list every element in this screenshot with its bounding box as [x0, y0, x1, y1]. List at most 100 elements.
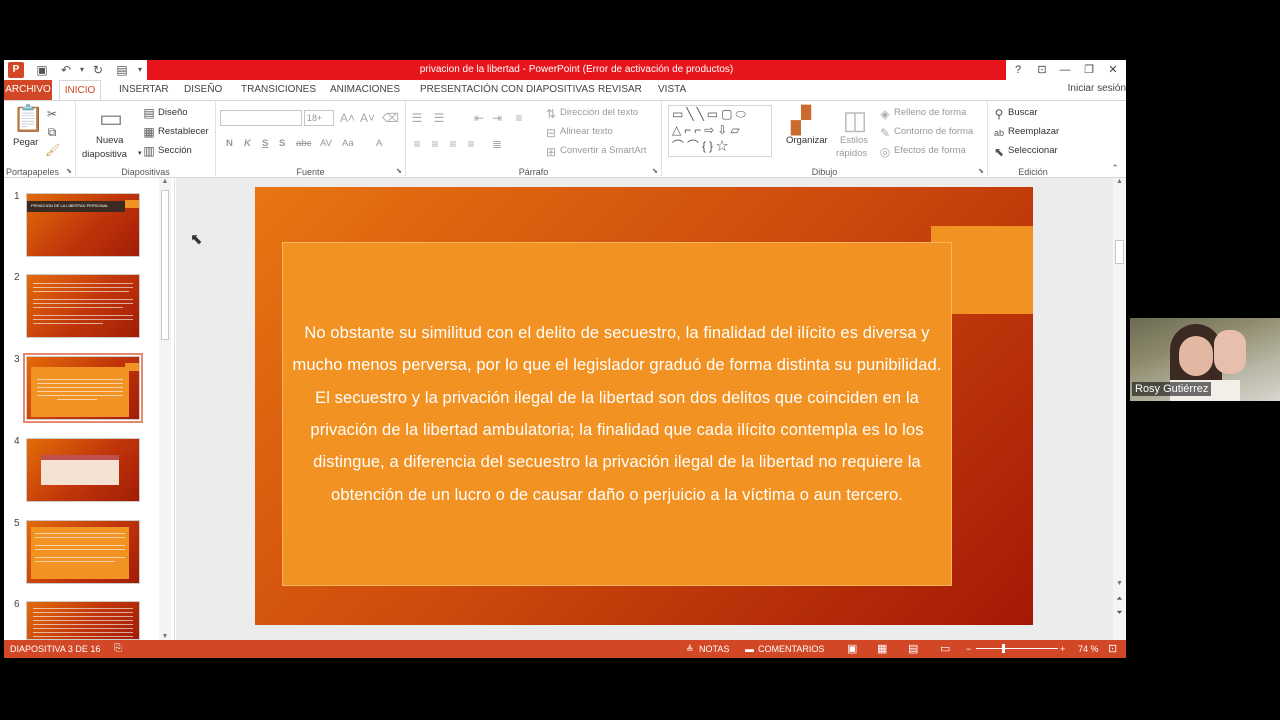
minimize-button[interactable]: —: [1054, 60, 1076, 80]
quick-styles-icon[interactable]: ◫: [842, 105, 868, 135]
spell-check-icon[interactable]: ⎘: [114, 640, 122, 658]
reading-view-icon[interactable]: ▤: [908, 640, 918, 658]
dialog-launcher-icon[interactable]: ⬊: [978, 167, 984, 175]
start-presentation-icon[interactable]: ▤: [114, 62, 130, 78]
quick-styles-label-1[interactable]: Estilos: [840, 135, 868, 146]
numbering-icon[interactable]: ☰: [432, 111, 446, 125]
ribbon-display-button[interactable]: ⊡: [1031, 60, 1053, 80]
tab-archivo[interactable]: ARCHIVO: [4, 80, 52, 100]
shape-effects-icon[interactable]: ◎: [878, 145, 892, 159]
scroll-thumb[interactable]: [161, 190, 169, 340]
text-direction-icon[interactable]: ⇅: [544, 107, 558, 121]
paste-icon[interactable]: 📋: [12, 103, 44, 133]
redo-icon[interactable]: ↻: [90, 62, 106, 78]
customize-qat-icon[interactable]: ▾: [132, 62, 148, 78]
shadow-button[interactable]: S: [279, 138, 285, 149]
align-left-icon[interactable]: ≡: [410, 137, 424, 151]
slide-text-box[interactable]: No obstante su similitud con el delito d…: [282, 242, 952, 586]
restore-button[interactable]: ❐: [1078, 60, 1100, 80]
close-button[interactable]: ✕: [1102, 60, 1124, 80]
zoom-in-icon[interactable]: +: [1060, 640, 1065, 658]
notes-button[interactable]: NOTAS: [699, 640, 729, 658]
undo-icon[interactable]: ↶: [58, 62, 74, 78]
reset-button[interactable]: Restablecer: [158, 126, 209, 137]
paste-button[interactable]: Pegar: [13, 137, 38, 148]
chevron-down-icon[interactable]: ▾: [138, 149, 142, 157]
italic-button[interactable]: K: [244, 138, 251, 149]
save-icon[interactable]: ▣: [34, 62, 50, 78]
thumbnail-scrollbar[interactable]: ▼ ▲: [159, 178, 171, 640]
quick-styles-label-2[interactable]: rápidos: [836, 148, 867, 159]
font-size-field[interactable]: 18+: [304, 110, 334, 126]
slide-thumbnail-3[interactable]: [23, 353, 143, 423]
scroll-down-icon[interactable]: ▼: [159, 633, 171, 640]
tab-presentacion[interactable]: PRESENTACIÓN CON DIAPOSITIVAS: [420, 80, 595, 100]
tab-transiciones[interactable]: TRANSICIONES: [241, 80, 316, 100]
shape-outline-button[interactable]: Contorno de forma: [894, 126, 973, 137]
shapes-gallery[interactable]: ▭╲╲▭▢⬭ △⌐⌐⇨⇩▱ ⌒⌒{}☆: [668, 105, 772, 157]
scroll-up-icon[interactable]: ▲: [159, 178, 171, 185]
copy-icon[interactable]: ⧉: [45, 125, 59, 139]
find-icon[interactable]: ⚲: [992, 107, 1006, 121]
slide-thumbnail-6[interactable]: [26, 601, 140, 640]
replace-icon[interactable]: ab: [992, 126, 1006, 140]
replace-button[interactable]: Reemplazar: [1008, 126, 1059, 137]
layout-icon[interactable]: ▤: [142, 106, 156, 120]
scroll-down-icon[interactable]: ▼: [1113, 580, 1126, 587]
scroll-up-icon[interactable]: ▲: [1113, 178, 1126, 185]
new-slide-label-2[interactable]: diapositiva: [82, 149, 127, 160]
slide-thumbnail-5[interactable]: [26, 520, 140, 584]
bullets-icon[interactable]: ☰: [410, 111, 424, 125]
align-text-icon[interactable]: ⊟: [544, 126, 558, 140]
layout-button[interactable]: Diseño: [158, 107, 188, 118]
slide-thumbnail-1[interactable]: PRIVACION DE LA LIBERTAD PERSONAL: [26, 193, 140, 257]
dialog-launcher-icon[interactable]: ⬊: [66, 167, 72, 175]
zoom-out-icon[interactable]: −: [966, 640, 971, 658]
font-color-button[interactable]: A: [376, 138, 382, 149]
reset-icon[interactable]: ▦: [142, 125, 156, 139]
section-button[interactable]: Sección: [158, 145, 192, 156]
clear-formatting-icon[interactable]: ⌫: [382, 111, 399, 125]
comments-icon[interactable]: ▬: [745, 640, 754, 658]
tab-animaciones[interactable]: ANIMACIONES: [330, 80, 400, 100]
grow-font-icon[interactable]: A˄: [340, 111, 355, 125]
dialog-launcher-icon[interactable]: ⬊: [396, 167, 402, 175]
arrange-button[interactable]: Organizar: [786, 135, 828, 146]
slideshow-icon[interactable]: ▭: [940, 640, 950, 658]
shape-fill-icon[interactable]: ◈: [878, 107, 892, 121]
justify-icon[interactable]: ≡: [464, 137, 478, 151]
text-direction-button[interactable]: Dirección del texto: [560, 107, 638, 118]
current-slide[interactable]: No obstante su similitud con el delito d…: [255, 187, 1033, 625]
arrange-icon[interactable]: ▞: [788, 105, 814, 135]
char-spacing-button[interactable]: AV: [320, 138, 332, 149]
tab-diseno[interactable]: DISEÑO: [184, 80, 222, 100]
collapse-ribbon-icon[interactable]: ⌃: [1108, 161, 1122, 175]
underline-button[interactable]: S: [262, 138, 268, 149]
previous-slide-icon[interactable]: ⏶: [1113, 594, 1126, 604]
slide-thumbnail-4[interactable]: [26, 438, 140, 502]
align-text-button[interactable]: Alinear texto: [560, 126, 613, 137]
find-button[interactable]: Buscar: [1008, 107, 1038, 118]
format-painter-icon[interactable]: 🖌: [45, 143, 60, 157]
help-button[interactable]: ?: [1007, 60, 1029, 80]
select-button[interactable]: Seleccionar: [1008, 145, 1058, 156]
new-slide-icon[interactable]: ▭: [96, 103, 126, 133]
decrease-indent-icon[interactable]: ⇤: [472, 111, 486, 125]
select-icon[interactable]: ⬉: [992, 145, 1006, 159]
zoom-level[interactable]: 74 %: [1078, 640, 1099, 658]
undo-dropdown-icon[interactable]: ▾: [74, 62, 90, 78]
next-slide-icon[interactable]: ⏷: [1113, 608, 1126, 618]
align-center-icon[interactable]: ≡: [428, 137, 442, 151]
section-icon[interactable]: ▥: [142, 144, 156, 158]
change-case-button[interactable]: Aa: [342, 138, 354, 149]
fit-to-window-icon[interactable]: ⊡: [1108, 640, 1117, 658]
zoom-slider[interactable]: [976, 648, 1058, 649]
normal-view-icon[interactable]: ▣: [847, 640, 857, 658]
font-family-field[interactable]: [220, 110, 302, 126]
tab-vista[interactable]: VISTA: [658, 80, 686, 100]
shape-effects-button[interactable]: Efectos de forma: [894, 145, 966, 156]
sign-in-link[interactable]: Iniciar sesión: [1068, 80, 1126, 98]
notes-icon[interactable]: ≜: [686, 640, 694, 658]
shrink-font-icon[interactable]: A˅: [360, 111, 375, 125]
dialog-launcher-icon[interactable]: ⬊: [652, 167, 658, 175]
